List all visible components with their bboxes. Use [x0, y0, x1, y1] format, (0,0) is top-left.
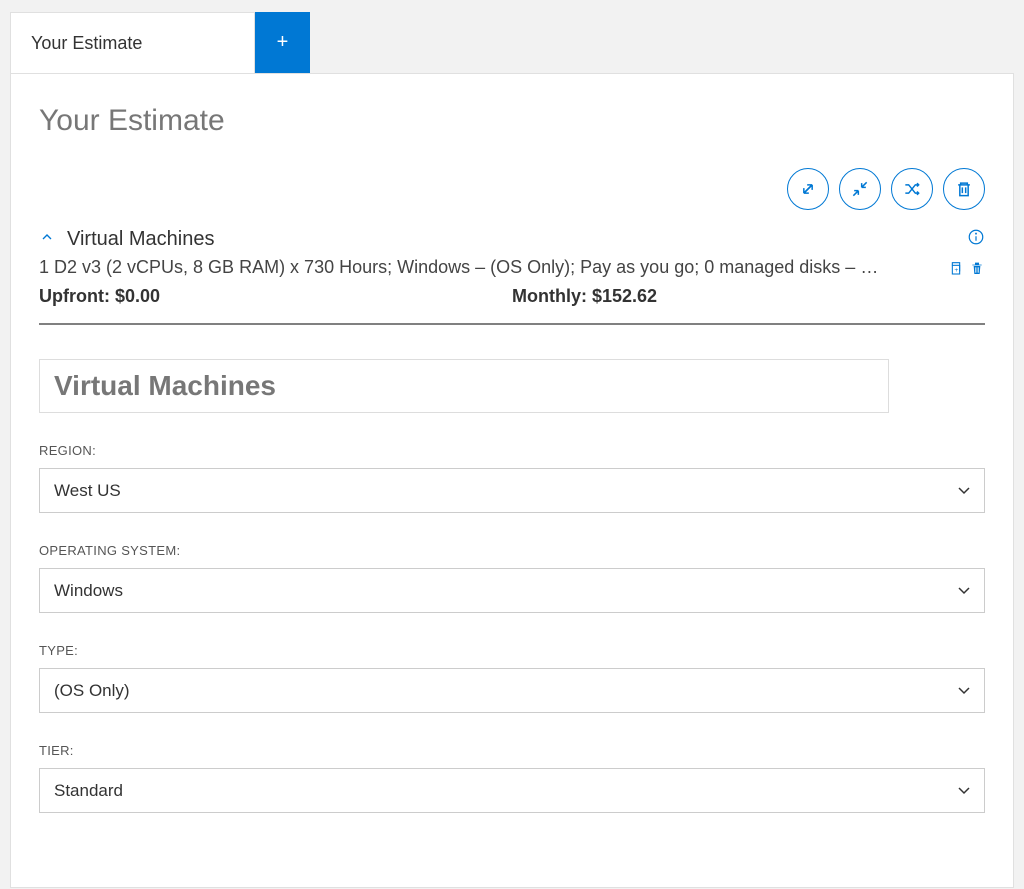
tier-select[interactable]: Standard — [39, 768, 985, 813]
copy-icon[interactable]: + — [947, 260, 963, 276]
item-description: 1 D2 v3 (2 vCPUs, 8 GB RAM) x 730 Hours;… — [39, 257, 937, 278]
item-header: Virtual Machines — [39, 228, 985, 251]
region-select[interactable]: West US — [39, 468, 985, 513]
shuffle-button[interactable] — [891, 168, 933, 210]
tier-label: TIER: — [39, 743, 985, 758]
info-icon[interactable] — [967, 228, 985, 251]
type-select[interactable]: (OS Only) — [39, 668, 985, 713]
upfront-cost: Upfront: $0.00 — [39, 286, 512, 307]
item-description-row: 1 D2 v3 (2 vCPUs, 8 GB RAM) x 730 Hours;… — [39, 257, 985, 278]
tab-label: Your Estimate — [31, 33, 142, 54]
item-title: Virtual Machines — [67, 228, 214, 251]
main-panel: Your Estimate — [10, 73, 1014, 888]
svg-text:+: + — [954, 267, 958, 274]
os-label: OPERATING SYSTEM: — [39, 543, 985, 558]
cost-row: Upfront: $0.00 Monthly: $152.62 — [39, 286, 985, 325]
trash-icon — [954, 179, 974, 199]
region-label: REGION: — [39, 443, 985, 458]
expand-icon — [798, 179, 818, 199]
plus-icon: + — [277, 31, 289, 54]
delete-button[interactable] — [943, 168, 985, 210]
page-title: Your Estimate — [39, 104, 985, 138]
os-select[interactable]: Windows — [39, 568, 985, 613]
collapse-icon — [850, 179, 870, 199]
chevron-up-icon[interactable] — [39, 229, 55, 250]
collapse-button[interactable] — [839, 168, 881, 210]
action-buttons-row — [39, 168, 985, 210]
service-name-input[interactable] — [39, 359, 889, 413]
shuffle-icon — [902, 179, 922, 199]
type-label: TYPE: — [39, 643, 985, 658]
tab-add-button[interactable]: + — [255, 12, 310, 73]
tabs-row: Your Estimate + — [10, 12, 1014, 73]
expand-button[interactable] — [787, 168, 829, 210]
delete-item-icon[interactable] — [969, 260, 985, 276]
monthly-cost: Monthly: $152.62 — [512, 286, 985, 307]
tab-your-estimate[interactable]: Your Estimate — [10, 12, 255, 73]
